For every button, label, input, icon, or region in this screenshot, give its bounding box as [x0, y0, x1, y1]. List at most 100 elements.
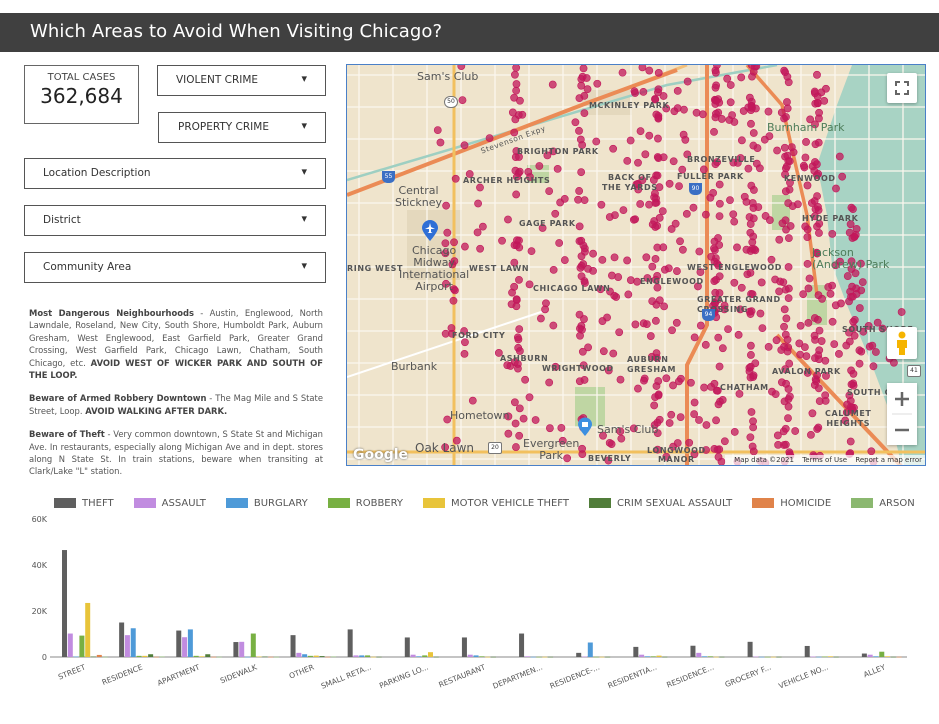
crime-marker[interactable]	[645, 131, 654, 140]
bar-assault[interactable]	[467, 654, 473, 657]
bar-crim-sexual-assault[interactable]	[205, 654, 211, 657]
crime-marker[interactable]	[784, 385, 793, 393]
crime-marker[interactable]	[645, 66, 654, 75]
crime-marker[interactable]	[507, 300, 516, 309]
crime-marker[interactable]	[510, 398, 519, 407]
crime-marker[interactable]	[671, 219, 680, 228]
bar-robbery[interactable]	[593, 656, 599, 658]
bar-robbery[interactable]	[422, 655, 428, 657]
location-description-dropdown[interactable]: Location Description ▾	[24, 158, 326, 189]
crime-marker[interactable]	[690, 333, 699, 342]
bar-assault[interactable]	[639, 654, 645, 657]
crime-marker[interactable]	[835, 152, 844, 161]
bar-assault[interactable]	[67, 633, 73, 657]
crime-marker[interactable]	[696, 321, 705, 330]
crime-marker[interactable]	[869, 362, 878, 371]
crime-marker[interactable]	[715, 180, 724, 189]
crime-marker[interactable]	[811, 140, 820, 149]
crime-marker[interactable]	[571, 118, 580, 127]
legend-item[interactable]: THEFT	[54, 498, 114, 509]
bar-crim-sexual-assault[interactable]	[890, 656, 896, 658]
crime-marker[interactable]	[815, 355, 823, 364]
crime-marker[interactable]	[611, 211, 619, 220]
crime-marker[interactable]	[821, 356, 830, 365]
bar-crim-sexual-assault[interactable]	[262, 656, 268, 658]
crime-marker[interactable]	[835, 350, 843, 358]
crime-marker[interactable]	[775, 235, 784, 244]
bar-robbery[interactable]	[193, 655, 199, 657]
crime-marker[interactable]	[557, 423, 566, 432]
bar-motor-vehicle-theft[interactable]	[885, 656, 891, 657]
crime-marker[interactable]	[822, 84, 830, 93]
bar-burglary[interactable]	[73, 656, 79, 658]
crime-marker[interactable]	[724, 325, 732, 333]
crime-marker[interactable]	[512, 86, 521, 95]
crime-marker[interactable]	[575, 94, 584, 103]
crime-marker[interactable]	[589, 249, 597, 258]
crime-marker[interactable]	[474, 199, 482, 208]
bar-robbery[interactable]	[650, 656, 656, 657]
crime-marker[interactable]	[630, 87, 639, 96]
crime-marker[interactable]	[857, 286, 866, 295]
crime-marker[interactable]	[673, 86, 682, 95]
bar-assault[interactable]	[810, 656, 816, 658]
crime-marker[interactable]	[752, 65, 761, 71]
crime-marker[interactable]	[786, 222, 795, 230]
crime-marker[interactable]	[846, 437, 855, 446]
crime-marker[interactable]	[605, 438, 614, 447]
crime-marker[interactable]	[442, 201, 451, 210]
crime-marker[interactable]	[584, 343, 592, 352]
bar-assault[interactable]	[753, 656, 759, 658]
crime-marker[interactable]	[747, 181, 756, 190]
crime-marker[interactable]	[645, 200, 653, 209]
bar-theft[interactable]	[347, 629, 353, 657]
crime-marker[interactable]	[711, 66, 720, 75]
crime-marker[interactable]	[512, 80, 521, 88]
crime-marker[interactable]	[715, 212, 724, 221]
crime-marker[interactable]	[707, 252, 716, 261]
crime-marker[interactable]	[576, 263, 585, 272]
crime-marker[interactable]	[654, 68, 663, 77]
crime-marker[interactable]	[813, 192, 821, 201]
crime-marker[interactable]	[679, 130, 688, 139]
crime-marker[interactable]	[826, 289, 835, 298]
crime-marker[interactable]	[580, 376, 589, 384]
crime-marker[interactable]	[695, 247, 704, 256]
crime-marker[interactable]	[640, 374, 649, 383]
bar-assault[interactable]	[867, 654, 873, 657]
bar-motor-vehicle-theft[interactable]	[827, 656, 833, 657]
crime-marker[interactable]	[655, 214, 664, 222]
bar-theft[interactable]	[519, 633, 525, 657]
bar-robbery[interactable]	[879, 651, 885, 657]
crime-marker[interactable]	[460, 141, 469, 150]
crime-marker[interactable]	[555, 239, 564, 247]
legend-item[interactable]: MOTOR VEHICLE THEFT	[423, 498, 569, 509]
bar-arson[interactable]	[274, 656, 279, 658]
crime-marker[interactable]	[576, 324, 584, 333]
crime-marker[interactable]	[855, 304, 864, 312]
legend-item[interactable]: ARSON	[851, 498, 915, 509]
crime-marker[interactable]	[575, 187, 584, 195]
crime-marker[interactable]	[714, 453, 723, 461]
crime-marker[interactable]	[659, 153, 668, 162]
crime-marker[interactable]	[682, 210, 691, 218]
crime-marker[interactable]	[665, 419, 674, 427]
bar-arson[interactable]	[216, 656, 222, 658]
bar-burglary[interactable]	[759, 656, 765, 658]
crime-marker[interactable]	[583, 85, 592, 94]
crime-marker[interactable]	[617, 434, 626, 443]
crime-marker[interactable]	[659, 92, 668, 100]
crime-marker[interactable]	[683, 77, 692, 86]
crime-marker[interactable]	[514, 335, 523, 344]
crime-marker[interactable]	[730, 278, 739, 287]
bar-crim-sexual-assault[interactable]	[490, 656, 496, 658]
crime-marker[interactable]	[747, 119, 755, 128]
crime-marker[interactable]	[524, 168, 533, 176]
crime-marker[interactable]	[747, 351, 755, 359]
crime-marker[interactable]	[773, 146, 781, 155]
crime-marker[interactable]	[668, 326, 676, 335]
crime-marker[interactable]	[776, 277, 785, 286]
crime-marker[interactable]	[458, 96, 467, 104]
crime-marker[interactable]	[855, 359, 864, 368]
crime-marker[interactable]	[867, 447, 876, 456]
